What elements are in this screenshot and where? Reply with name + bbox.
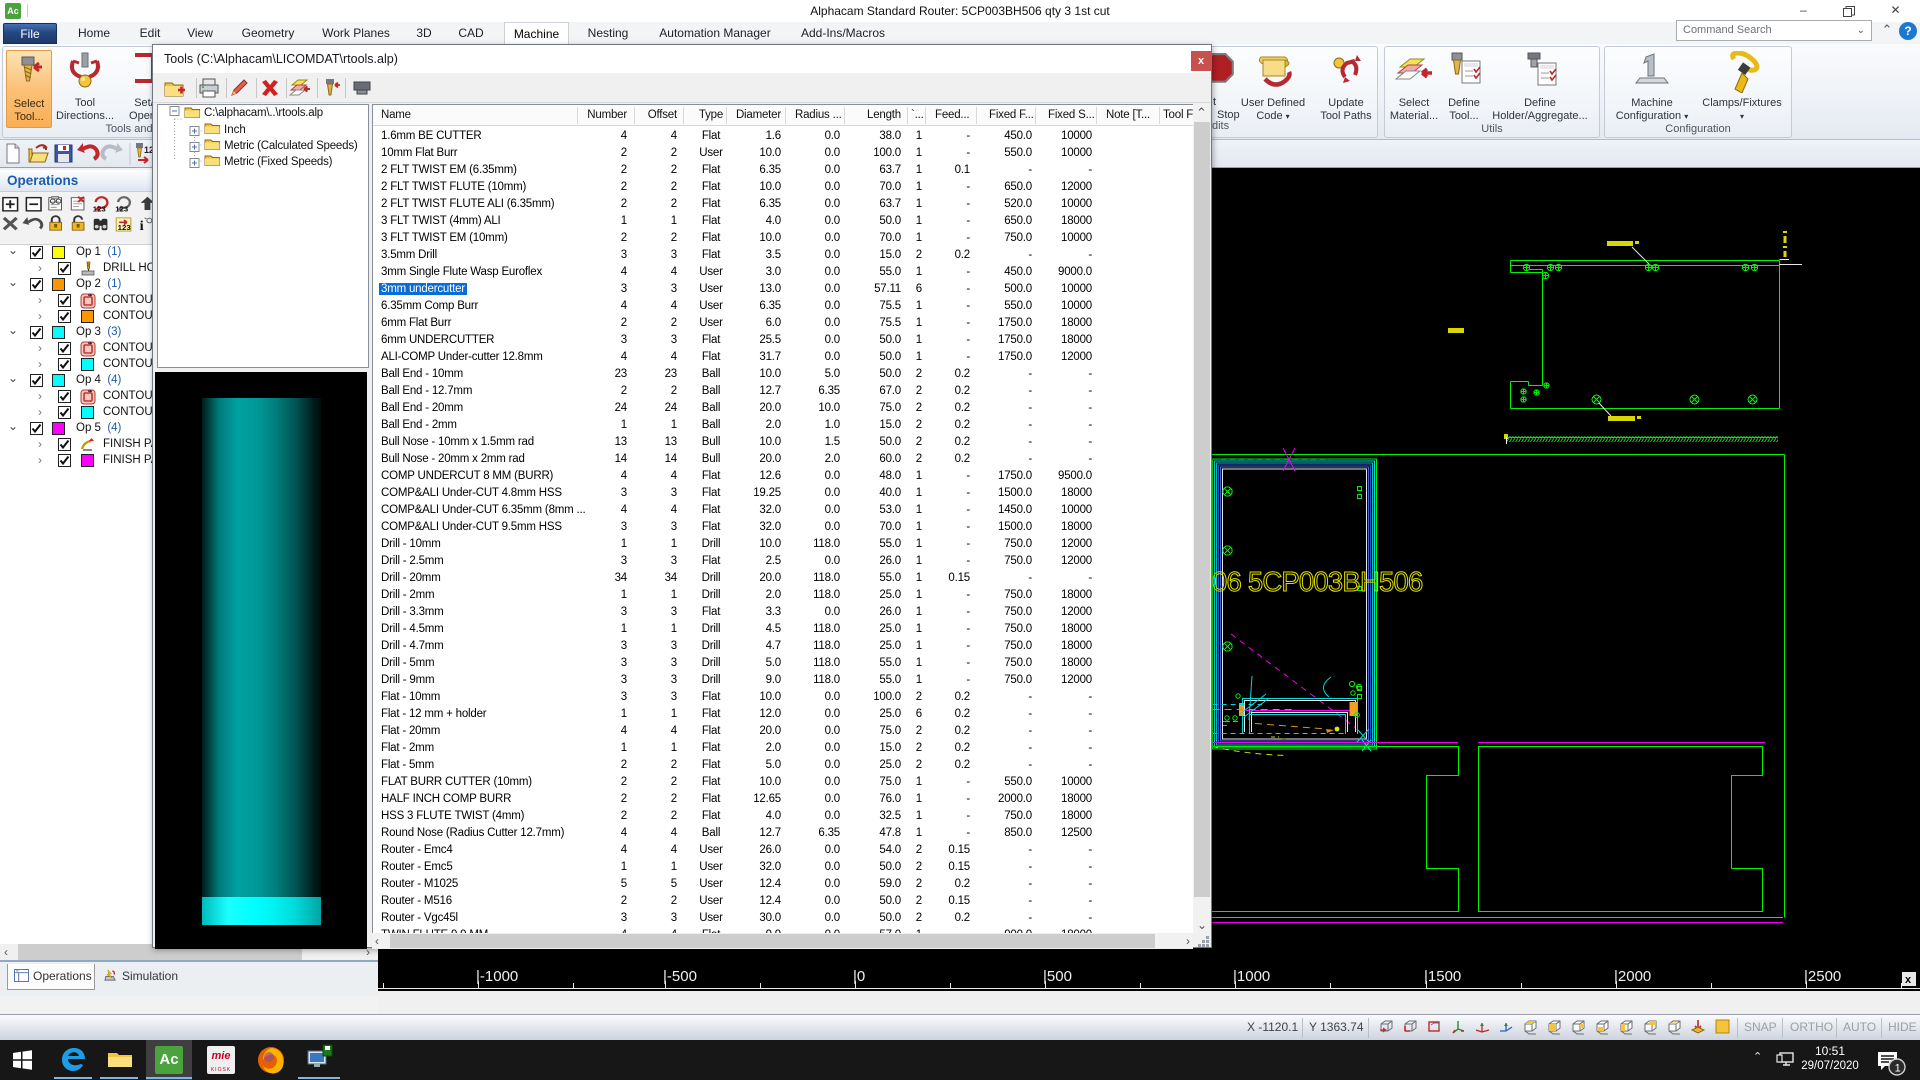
svg-text:|2500: |2500 [1804,968,1841,985]
svg-text:x: x [1905,974,1912,986]
svg-text:|500: |500 [1043,968,1072,985]
svg-text:C:\alphacam\..\rtools.alp: C:\alphacam\..\rtools.alp [204,107,323,119]
svg-text:|0: |0 [853,968,865,985]
svg-text:123: 123 [115,205,128,214]
svg-text:|-1000: |-1000 [476,968,518,985]
svg-text:Metric (Fixed Speeds): Metric (Fixed Speeds) [224,156,333,168]
svg-text:|-500: |-500 [663,968,697,985]
svg-text:Metric (Calculated Speeds): Metric (Calculated Speeds) [224,140,358,152]
svg-text:Inch: Inch [224,124,246,136]
svg-text:06 5CP003BH506: 06 5CP003BH506 [1212,566,1423,597]
svg-text:|1500: |1500 [1424,968,1461,985]
svg-text:i: i [140,220,144,234]
svg-text:123: 123 [118,224,131,233]
svg-text:|1000: |1000 [1233,968,1270,985]
svg-text:123: 123 [93,205,106,214]
svg-text:|2000: |2000 [1614,968,1651,985]
svg-text:1: 1 [1895,1063,1901,1075]
